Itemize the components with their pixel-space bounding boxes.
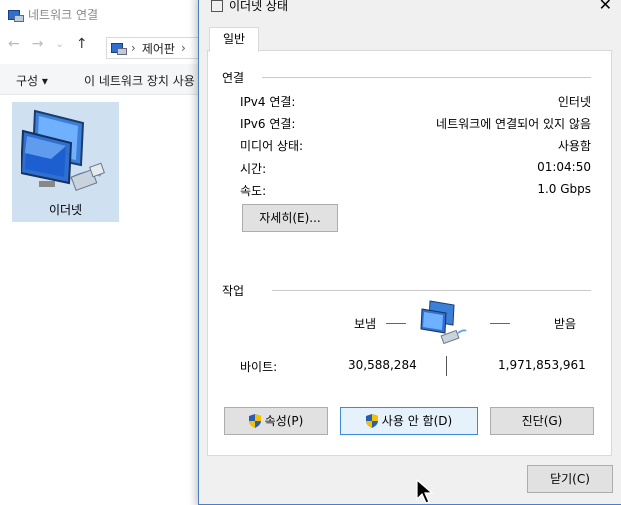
breadcrumb-control-panel[interactable]: 제어판 <box>142 40 175 57</box>
forward-icon[interactable]: → <box>32 36 44 52</box>
network-adapter-icon <box>21 109 105 191</box>
uac-shield-icon <box>365 414 378 428</box>
bytes-separator <box>446 356 447 376</box>
row-value: 네트워크에 연결되어 있지 않음 <box>436 117 591 131</box>
close-button[interactable]: 닫기(C) <box>527 465 613 493</box>
divider <box>262 77 591 78</box>
disable-device-command[interactable]: 이 네트워크 장치 사용 <box>84 72 195 89</box>
divider <box>272 290 591 291</box>
properties-button[interactable]: 속성(P) <box>224 407 328 435</box>
dialog-title-bar: 이더넷 상태 <box>211 0 288 14</box>
up-icon[interactable]: ↑ <box>76 36 88 52</box>
mouse-cursor-icon <box>416 479 434 504</box>
duration-row: 시간: 01:04:50 <box>240 160 591 177</box>
received-label: 받음 <box>554 317 577 331</box>
row-value: 사용함 <box>557 139 591 153</box>
row-label: 미디어 상태: <box>240 139 304 153</box>
back-icon[interactable]: ← <box>8 36 20 52</box>
speed-row: 속도: 1.0 Gbps <box>240 182 591 199</box>
organize-menu[interactable]: 구성 ▾ <box>16 72 48 89</box>
row-value: 1.0 Gbps <box>537 182 591 196</box>
control-panel-icon <box>111 42 127 55</box>
row-label: 시간: <box>240 162 267 176</box>
address-bar[interactable]: › 제어판 › <box>106 37 211 59</box>
recent-dropdown-icon[interactable]: ⌄ <box>55 39 63 50</box>
bytes-received-value: 1,971,853,961 <box>498 358 586 372</box>
sent-label: 보냄 <box>354 317 377 331</box>
nav-bar: ← → ⌄ ↑ <box>8 36 88 52</box>
command-bar: 구성 ▾ 이 네트워크 장치 사용 <box>0 64 200 95</box>
ethernet-item-label: 이더넷 <box>48 203 83 217</box>
row-label: 속도: <box>240 184 267 198</box>
row-label: IPv6 연결: <box>240 117 296 131</box>
network-icon <box>8 9 24 22</box>
ipv6-row: IPv6 연결: 네트워크에 연결되어 있지 않음 <box>240 115 591 132</box>
uac-shield-icon <box>248 414 261 428</box>
tab-general[interactable]: 일반 <box>209 27 259 52</box>
activity-network-icon <box>420 300 467 345</box>
diagnose-button[interactable]: 진단(G) <box>490 407 594 435</box>
general-tab-panel: 연결 IPv4 연결: 인터넷 IPv6 연결: 네트워크에 연결되어 있지 않… <box>207 50 612 504</box>
row-value: 인터넷 <box>557 95 591 109</box>
bg-window-title: 네트워크 연결 <box>28 8 99 22</box>
bytes-sent-value: 30,588,284 <box>348 358 417 372</box>
ipv4-row: IPv4 연결: 인터넷 <box>240 93 591 110</box>
bytes-label: 바이트: <box>240 360 278 374</box>
ethernet-status-dialog: 이더넷 상태 ✕ 일반 연결 IPv4 연결: 인터넷 IPv6 연결: 네트워… <box>198 0 621 505</box>
disable-button[interactable]: 사용 안 함(D) <box>340 407 478 435</box>
activity-section-header: 작업 <box>222 284 245 298</box>
received-dash <box>490 323 510 324</box>
close-icon[interactable]: ✕ <box>599 0 612 14</box>
sent-dash <box>386 323 406 324</box>
properties-button-label: 속성(P) <box>264 414 304 428</box>
row-value: 01:04:50 <box>537 160 591 174</box>
chevron-right-icon: › <box>180 41 186 55</box>
network-icon <box>211 0 223 12</box>
chevron-right-icon: › <box>131 41 136 55</box>
disable-button-label: 사용 안 함(D) <box>381 414 453 428</box>
details-button[interactable]: 자세히(E)... <box>242 204 338 232</box>
row-label: IPv4 연결: <box>240 95 296 109</box>
dialog-title: 이더넷 상태 <box>229 0 289 13</box>
ethernet-adapter-item[interactable]: 이더넷 <box>12 102 119 222</box>
connection-section-header: 연결 <box>222 71 245 85</box>
bg-title-bar: 네트워크 연결 <box>8 6 98 23</box>
media-state-row: 미디어 상태: 사용함 <box>240 137 591 154</box>
